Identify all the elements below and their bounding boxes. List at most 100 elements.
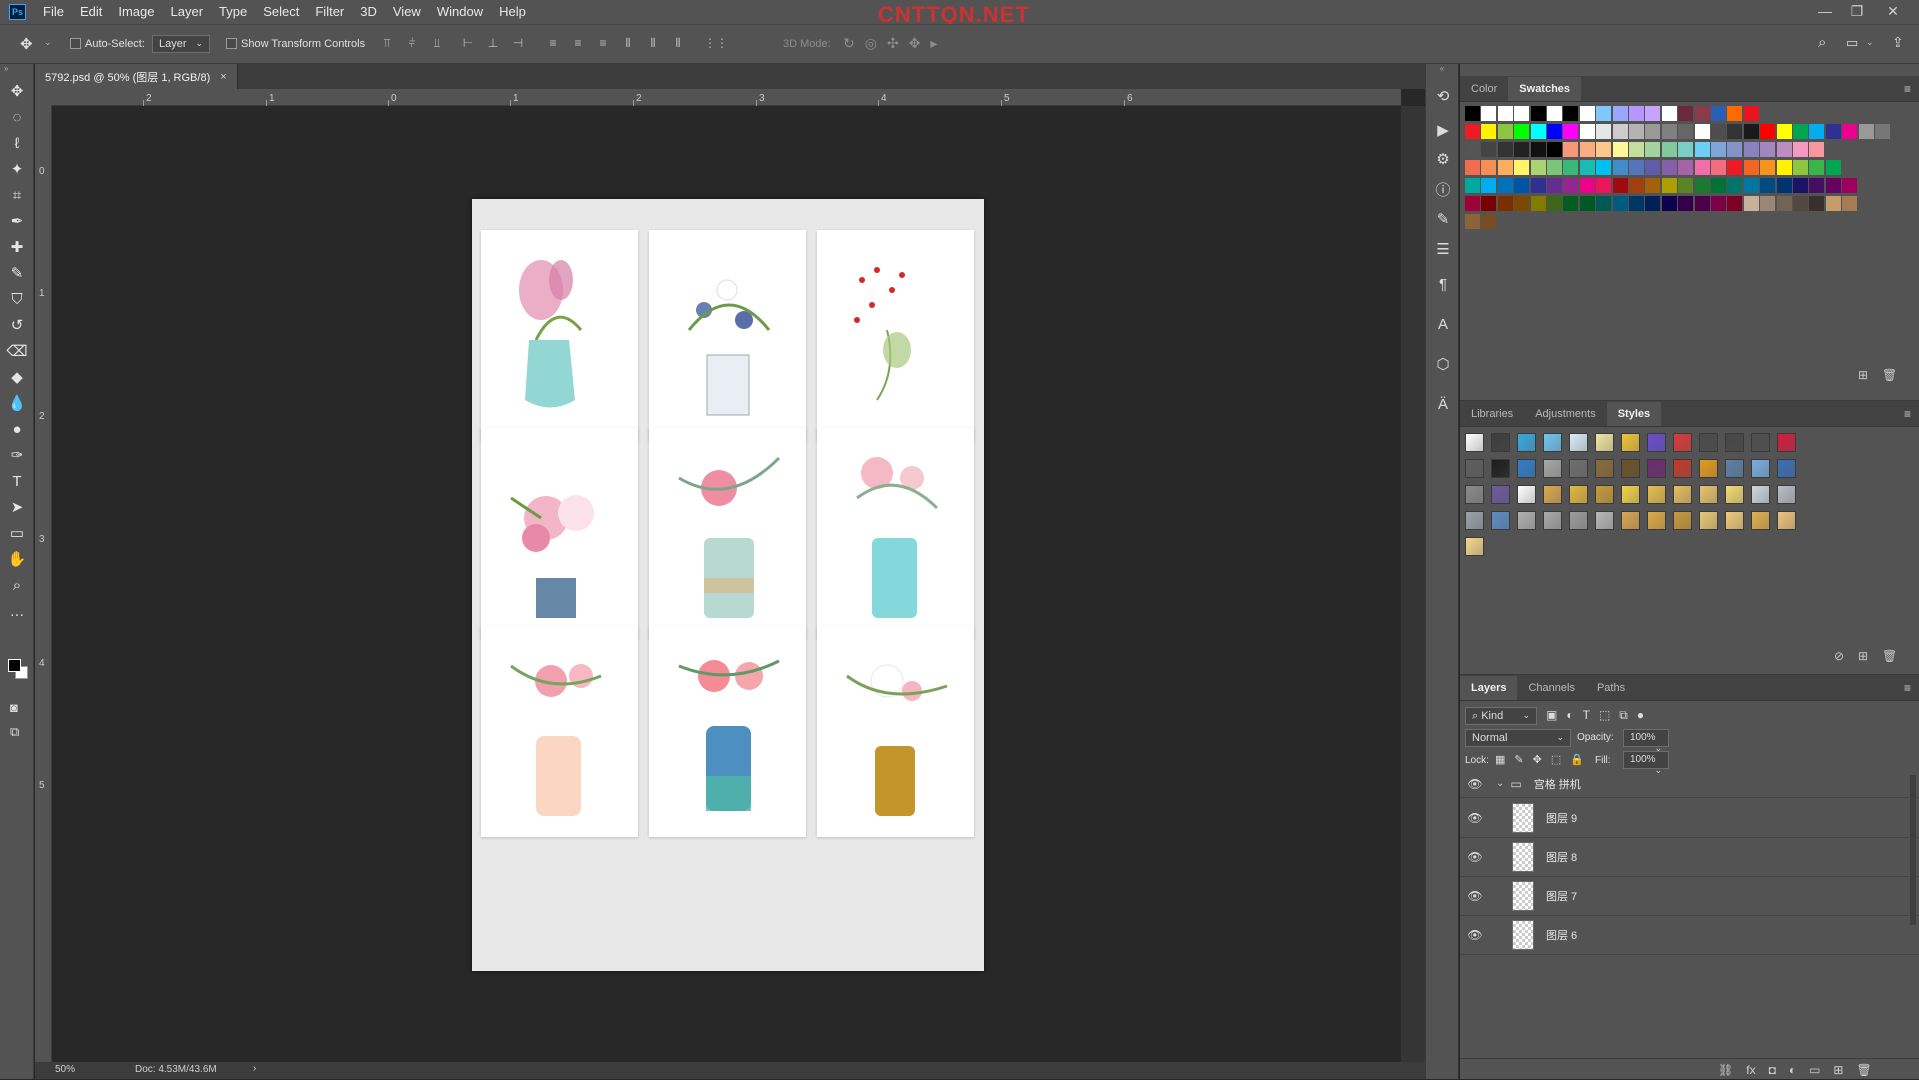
lasso-tool-icon[interactable]: ℓ: [0, 130, 34, 156]
color-swatch[interactable]: [1760, 142, 1776, 157]
new-swatch-icon[interactable]: ⊞: [1858, 368, 1868, 382]
visibility-eye-icon[interactable]: 👁: [1460, 777, 1490, 791]
menu-file[interactable]: File: [35, 0, 72, 24]
color-swatch[interactable]: [1743, 178, 1759, 193]
color-swatch[interactable]: [1875, 124, 1890, 139]
style-preset[interactable]: [1751, 511, 1770, 530]
color-swatch[interactable]: [1514, 196, 1530, 211]
blur-tool-icon[interactable]: 💧: [0, 390, 34, 416]
layer-row[interactable]: 👁 图层 8: [1460, 838, 1919, 877]
color-swatch[interactable]: [1612, 142, 1628, 157]
glyphs-icon[interactable]: Ä: [1426, 384, 1460, 424]
color-swatch[interactable]: [1547, 160, 1562, 175]
menu-image[interactable]: Image: [110, 0, 162, 24]
workspace-icon[interactable]: ▭: [1846, 35, 1858, 51]
info-icon[interactable]: ⓘ: [1426, 174, 1460, 204]
color-swatch[interactable]: [1629, 124, 1644, 139]
color-swatch[interactable]: [1793, 160, 1808, 175]
add-mask-icon[interactable]: ◘: [1769, 1063, 1776, 1077]
color-swatch[interactable]: [1661, 196, 1677, 211]
color-swatch[interactable]: [1465, 160, 1480, 175]
color-swatch[interactable]: [1776, 178, 1792, 193]
color-swatch[interactable]: [1661, 160, 1677, 175]
color-swatch[interactable]: [1497, 142, 1513, 157]
color-swatch[interactable]: [1793, 124, 1808, 139]
color-swatch[interactable]: [1579, 106, 1595, 121]
status-menu-arrow[interactable]: ›: [253, 1063, 256, 1074]
color-swatch[interactable]: [1661, 106, 1677, 121]
stamp-tool-icon[interactable]: ⛉: [0, 286, 34, 312]
foreground-color[interactable]: [8, 659, 21, 672]
share-icon[interactable]: ⇪: [1892, 34, 1904, 51]
color-swatch[interactable]: [1629, 196, 1644, 211]
color-swatch[interactable]: [1481, 124, 1497, 139]
color-swatch[interactable]: [1596, 196, 1612, 211]
style-preset[interactable]: [1465, 511, 1484, 530]
color-swatch[interactable]: [1579, 142, 1595, 157]
tab-libraries[interactable]: Libraries: [1460, 402, 1524, 426]
layer-row[interactable]: 👁 图层 7: [1460, 877, 1919, 916]
color-swatch[interactable]: [1563, 178, 1579, 193]
color-swatch[interactable]: [1579, 124, 1595, 139]
distribute-bottom-icon[interactable]: ≡: [596, 36, 610, 50]
delete-style-icon[interactable]: 🗑: [1882, 649, 1897, 663]
chevron-down-icon[interactable]: ⌄: [44, 37, 52, 48]
filter-adjustment-icon[interactable]: ◐: [1566, 708, 1573, 723]
distribute-right-icon[interactable]: ⦀: [671, 36, 685, 50]
color-swatch[interactable]: [1645, 178, 1661, 193]
color-swatch[interactable]: [1563, 196, 1579, 211]
style-preset[interactable]: [1725, 511, 1744, 530]
color-swatch[interactable]: [1694, 142, 1710, 157]
layer-row[interactable]: 👁 图层 9: [1460, 799, 1919, 838]
layer-group-row[interactable]: 👁 ⌄ ▭ 宫格 拼机: [1460, 770, 1919, 798]
style-preset[interactable]: [1543, 433, 1562, 452]
menu-window[interactable]: Window: [429, 0, 491, 24]
style-preset[interactable]: [1569, 459, 1588, 478]
visibility-eye-icon[interactable]: 👁: [1460, 811, 1490, 825]
healing-tool-icon[interactable]: ✚: [0, 234, 34, 260]
color-swatch[interactable]: [1809, 178, 1825, 193]
style-preset[interactable]: [1673, 485, 1692, 504]
menu-edit[interactable]: Edit: [72, 0, 110, 24]
color-swatch[interactable]: [1727, 178, 1743, 193]
3d-roll-icon[interactable]: ◎: [865, 35, 877, 52]
quick-mask-icon[interactable]: ◙: [10, 700, 18, 715]
ruler-origin[interactable]: [35, 89, 52, 106]
dodge-tool-icon[interactable]: ●: [0, 416, 34, 442]
color-swatch[interactable]: [1481, 196, 1497, 211]
color-swatch[interactable]: [1530, 142, 1546, 157]
color-swatch[interactable]: [1563, 106, 1579, 121]
brush-tool-icon[interactable]: ✎: [0, 260, 34, 286]
lock-artboard-icon[interactable]: ⬚: [1551, 753, 1561, 766]
restore-button[interactable]: ❐: [1842, 0, 1872, 22]
panel-menu-icon[interactable]: ≡: [1904, 407, 1911, 421]
mores-tool-icon[interactable]: …: [0, 598, 34, 624]
color-swatch[interactable]: [1678, 178, 1694, 193]
type-tool-icon[interactable]: T: [0, 468, 34, 494]
3d-scale-icon[interactable]: ▸: [930, 35, 937, 52]
style-preset[interactable]: [1777, 433, 1796, 452]
color-swatch[interactable]: [1547, 196, 1562, 211]
color-swatch[interactable]: [1530, 196, 1546, 211]
style-preset[interactable]: [1465, 485, 1484, 504]
style-preset[interactable]: [1517, 459, 1536, 478]
color-swatch[interactable]: [1547, 106, 1562, 121]
filter-toggle-icon[interactable]: ●: [1637, 708, 1644, 723]
color-swatch[interactable]: [1678, 196, 1694, 211]
style-preset[interactable]: [1673, 511, 1692, 530]
tab-channels[interactable]: Channels: [1517, 676, 1585, 700]
color-swatch[interactable]: [1514, 106, 1530, 121]
history-icon[interactable]: ⟲: [1426, 76, 1460, 116]
color-swatch[interactable]: [1661, 124, 1677, 139]
color-swatch[interactable]: [1596, 142, 1612, 157]
color-swatch[interactable]: [1711, 160, 1726, 175]
color-swatch[interactable]: [1694, 124, 1710, 139]
align-top-icon[interactable]: ⫪: [380, 36, 394, 50]
color-swatch[interactable]: [1793, 178, 1808, 193]
document-tab[interactable]: 5792.psd @ 50% (图层 1, RGB/8) ×: [35, 64, 238, 89]
delete-layer-icon[interactable]: 🗑: [1856, 1063, 1871, 1077]
search-icon[interactable]: ⌕: [1818, 34, 1826, 51]
style-preset[interactable]: [1647, 511, 1666, 530]
paragraph-icon[interactable]: ¶: [1426, 264, 1460, 304]
color-swatch[interactable]: [1612, 106, 1628, 121]
